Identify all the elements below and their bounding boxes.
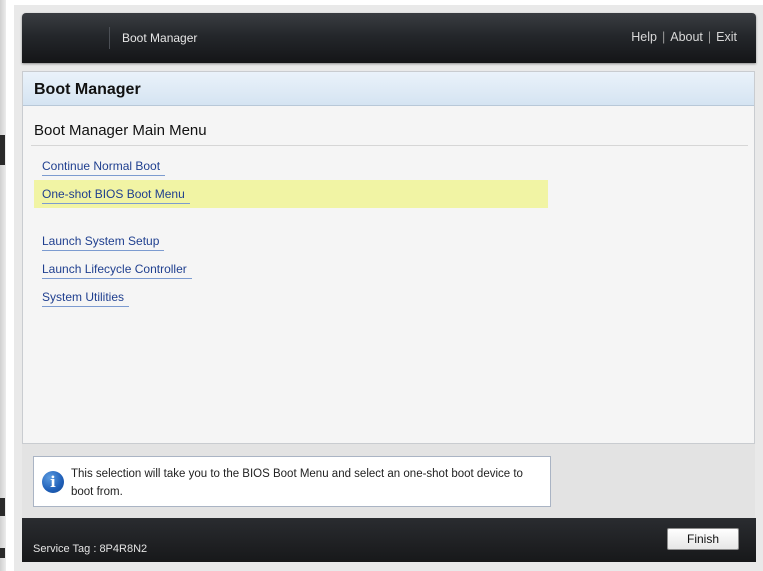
edge-mark xyxy=(0,548,5,558)
info-icon: i xyxy=(42,471,64,493)
menu-item-label: System Utilities xyxy=(42,290,130,307)
exit-link[interactable]: Exit xyxy=(716,30,737,44)
menu-item-label: Continue Normal Boot xyxy=(42,159,166,176)
divider xyxy=(31,145,748,146)
menu-item-label: Launch Lifecycle Controller xyxy=(42,262,192,279)
link-divider: | xyxy=(661,30,666,44)
help-info-box: i This selection will take you to the BI… xyxy=(33,456,551,507)
screen-edge xyxy=(0,0,6,571)
menu-item-one-shot-bios-boot-menu[interactable]: One-shot BIOS Boot Menu xyxy=(34,180,548,208)
app-title: Boot Manager xyxy=(122,31,198,45)
menu-item-label: Launch System Setup xyxy=(42,234,165,251)
link-divider: | xyxy=(707,30,712,44)
service-tag: Service Tag : 8P4R8N2 xyxy=(33,543,148,555)
help-text: This selection will take you to the BIOS… xyxy=(71,468,523,498)
edge-mark xyxy=(0,135,5,165)
header-links: Help | About | Exit xyxy=(631,30,737,44)
main-panel: Boot Manager Boot Manager Main Menu Cont… xyxy=(22,71,755,444)
top-bar: Boot Manager Help | About | Exit xyxy=(22,13,756,63)
help-link[interactable]: Help xyxy=(631,30,657,44)
bottom-bar: Service Tag : 8P4R8N2 Finish xyxy=(22,518,756,562)
page-title: Boot Manager xyxy=(34,81,141,98)
panel-header: Boot Manager xyxy=(23,72,754,106)
title-separator xyxy=(109,27,110,49)
menu-title: Boot Manager Main Menu xyxy=(34,122,207,139)
menu-item-system-utilities[interactable]: System Utilities xyxy=(34,283,130,311)
menu-item-launch-lifecycle-controller[interactable]: Launch Lifecycle Controller xyxy=(34,255,192,283)
menu-item-launch-system-setup[interactable]: Launch System Setup xyxy=(34,227,165,255)
menu-item-continue-normal-boot[interactable]: Continue Normal Boot xyxy=(34,152,166,180)
menu-item-label: One-shot BIOS Boot Menu xyxy=(42,187,190,204)
finish-button[interactable]: Finish xyxy=(667,528,739,550)
about-link[interactable]: About xyxy=(670,30,703,44)
edge-mark xyxy=(0,498,5,516)
